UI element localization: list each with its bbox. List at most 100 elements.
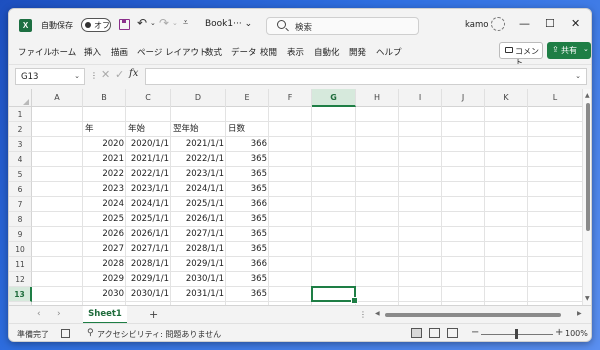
vertical-scrollbar[interactable]: ▲ ▼ — [583, 89, 591, 305]
column-header-g[interactable]: G — [312, 89, 356, 107]
active-cell-g13[interactable] — [311, 286, 358, 304]
cell-start-date[interactable]: 2024/1/1 — [126, 197, 171, 212]
sheet-tab-sheet1[interactable]: Sheet1 — [83, 306, 127, 324]
cell-start-date[interactable]: 2030/1/1 — [126, 287, 171, 302]
tab-automate[interactable]: 自動化 — [314, 46, 340, 58]
row-header-2[interactable]: 2 — [9, 122, 32, 137]
row-header-7[interactable]: 7 — [9, 197, 32, 212]
worksheet-grid[interactable]: ABCDEFGHIJKL ▲ ▼ 1234567891011121314年年始翌… — [9, 89, 591, 305]
cell-start-date[interactable]: 2029/1/1 — [126, 272, 171, 287]
tab-help[interactable]: ヘルプ — [376, 46, 402, 58]
row-header-6[interactable]: 6 — [9, 182, 32, 197]
cell-next-start-date[interactable]: 2025/1/1 — [171, 197, 226, 212]
cell-next-start-date[interactable]: 2031/1/1 — [171, 287, 226, 302]
cell-days[interactable]: 366 — [226, 197, 269, 212]
scroll-right-icon[interactable]: ▶ — [577, 310, 582, 317]
enter-icon[interactable]: ✓ — [115, 68, 124, 81]
expand-formula-icon[interactable]: ⌄ — [575, 72, 581, 80]
name-box[interactable]: G13 ⌄ — [15, 68, 85, 85]
row-header-3[interactable]: 3 — [9, 137, 32, 152]
cell-start-date[interactable]: 2028/1/1 — [126, 257, 171, 272]
share-button[interactable]: ⇪ 共有 ⌄ — [547, 42, 591, 59]
maximize-button[interactable]: ☐ — [545, 17, 555, 30]
tab-file[interactable]: ファイル — [18, 46, 52, 58]
column-header-b[interactable]: B — [83, 89, 126, 107]
cell-c2-header[interactable]: 年始 — [126, 122, 171, 137]
column-header-a[interactable]: A — [32, 89, 83, 107]
tab-home[interactable]: ホーム — [51, 46, 76, 58]
cell-year[interactable]: 2025 — [83, 212, 126, 227]
next-sheet-icon[interactable]: › — [57, 309, 61, 319]
more-options-icon[interactable]: ⋮ — [90, 71, 98, 80]
cell-days[interactable]: 366 — [226, 137, 269, 152]
tab-split-handle-icon[interactable]: ⋮ — [359, 310, 367, 319]
row-header-12[interactable]: 12 — [9, 272, 32, 287]
column-header-c[interactable]: C — [126, 89, 171, 107]
cell-next-start-date[interactable]: 2023/1/1 — [171, 167, 226, 182]
tab-draw[interactable]: 描画 — [111, 46, 128, 58]
zoom-in-icon[interactable]: + — [555, 327, 563, 338]
cell-year[interactable]: 2023 — [83, 182, 126, 197]
cell-days[interactable]: 365 — [226, 152, 269, 167]
cell-next-start-date[interactable]: 2022/1/1 — [171, 152, 226, 167]
tab-page-layout[interactable]: ページ レイアウト — [137, 46, 208, 58]
page-break-view-icon[interactable] — [447, 328, 458, 338]
save-icon[interactable] — [119, 19, 130, 30]
avatar[interactable] — [491, 17, 505, 31]
cell-next-start-date[interactable]: 2028/1/1 — [171, 242, 226, 257]
column-header-e[interactable]: E — [226, 89, 269, 107]
cell-next-start-date[interactable]: 2030/1/1 — [171, 272, 226, 287]
redo-icon[interactable]: ↷ — [159, 16, 169, 30]
scroll-up-icon[interactable]: ▲ — [585, 92, 590, 99]
column-header-i[interactable]: I — [399, 89, 442, 107]
cell-days[interactable]: 365 — [226, 287, 269, 302]
row-header-13[interactable]: 13 — [9, 287, 32, 302]
tab-view[interactable]: 表示 — [287, 46, 304, 58]
cell-year[interactable]: 2024 — [83, 197, 126, 212]
cell-days[interactable]: 365 — [226, 242, 269, 257]
row-header-8[interactable]: 8 — [9, 212, 32, 227]
comments-button[interactable]: コメント — [499, 42, 543, 67]
cell-year[interactable]: 2021 — [83, 152, 126, 167]
cell-start-date[interactable]: 2027/1/1 — [126, 242, 171, 257]
cell-days[interactable]: 365 — [226, 182, 269, 197]
autosave-toggle[interactable]: オフ — [81, 18, 111, 32]
cell-start-date[interactable]: 2026/1/1 — [126, 227, 171, 242]
user-name[interactable]: kamo — [465, 20, 488, 30]
column-header-k[interactable]: K — [485, 89, 528, 107]
page-layout-view-icon[interactable] — [429, 328, 440, 338]
row-header-9[interactable]: 9 — [9, 227, 32, 242]
column-header-f[interactable]: F — [269, 89, 312, 107]
tab-formulas[interactable]: 数式 — [205, 46, 222, 58]
zoom-slider-handle[interactable] — [515, 329, 518, 339]
cell-d2-header[interactable]: 翌年始 — [171, 122, 226, 137]
select-all-button[interactable] — [9, 89, 32, 107]
column-header-h[interactable]: H — [356, 89, 399, 107]
horizontal-scroll-thumb[interactable] — [385, 313, 561, 317]
cell-year[interactable]: 2020 — [83, 137, 126, 152]
tab-insert[interactable]: 挿入 — [84, 46, 101, 58]
cell-e2-header[interactable]: 日数 — [226, 122, 269, 137]
cell-start-date[interactable]: 2022/1/1 — [126, 167, 171, 182]
cell-days[interactable]: 366 — [226, 257, 269, 272]
insert-function-icon[interactable]: fx — [129, 68, 138, 79]
cell-start-date[interactable]: 2025/1/1 — [126, 212, 171, 227]
cell-next-start-date[interactable]: 2024/1/1 — [171, 182, 226, 197]
cell-year[interactable]: 2027 — [83, 242, 126, 257]
macro-record-icon[interactable] — [61, 329, 70, 338]
row-header-5[interactable]: 5 — [9, 167, 32, 182]
cell-days[interactable]: 365 — [226, 212, 269, 227]
row-header-10[interactable]: 10 — [9, 242, 32, 257]
cell-days[interactable]: 365 — [226, 167, 269, 182]
undo-icon[interactable]: ↶ — [137, 16, 147, 30]
cell-start-date[interactable]: 2023/1/1 — [126, 182, 171, 197]
cell-year[interactable]: 2029 — [83, 272, 126, 287]
customize-quick-access-icon[interactable]: ⩡ — [183, 18, 188, 28]
vertical-scroll-thumb[interactable] — [586, 103, 590, 231]
cell-start-date[interactable]: 2020/1/1 — [126, 137, 171, 152]
accessibility-status[interactable]: アクセシビリティ: 問題ありません — [97, 329, 221, 340]
tab-developer[interactable]: 開発 — [349, 46, 366, 58]
cell-next-start-date[interactable]: 2029/1/1 — [171, 257, 226, 272]
scroll-left-icon[interactable]: ◀ — [375, 310, 380, 317]
minimize-button[interactable]: — — [519, 17, 530, 30]
